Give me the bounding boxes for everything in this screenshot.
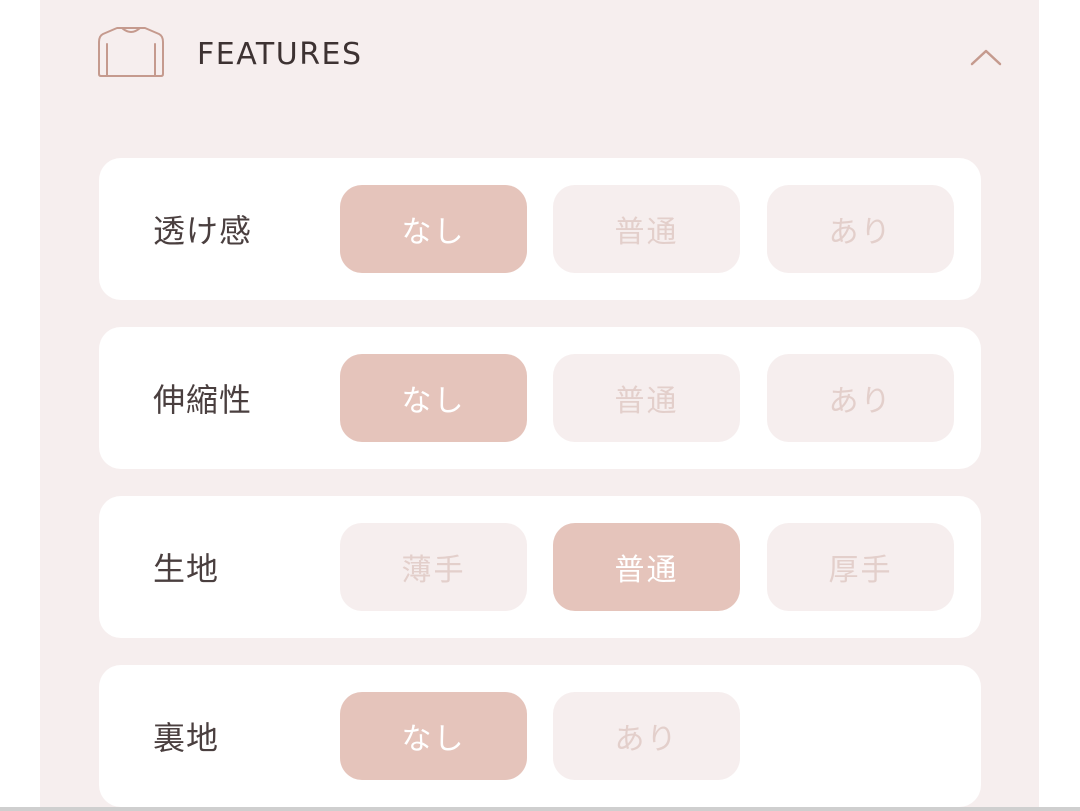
feature-row: 裏地 なし あり [99,665,981,807]
option-button[interactable]: あり [553,692,740,780]
feature-row-label: 透け感 [153,212,253,250]
option-button[interactable]: 薄手 [340,523,527,611]
option-button[interactable]: 普通 [553,185,740,273]
option-button[interactable]: 普通 [553,354,740,442]
option-button[interactable]: 厚手 [767,523,954,611]
features-panel: FEATURES 透け感 なし 普通 あり 伸縮性 なし 普通 あり 生地 薄手 普通 厚手 裏地 なしあ… [40,0,1039,811]
feature-row: 伸縮性 なし 普通 あり [99,327,981,469]
feature-row-label: 裏地 [153,719,220,757]
feature-row-label: 生地 [153,550,220,588]
option-button[interactable]: あり [767,354,954,442]
feature-row: 透け感 なし 普通 あり [99,158,981,300]
feature-row: 生地 薄手 普通 厚手 [99,496,981,638]
option-button-selected[interactable]: 普通 [553,523,740,611]
feature-row-label: 伸縮性 [153,381,253,419]
option-button-selected[interactable]: なし [340,185,527,273]
option-button[interactable]: あり [767,185,954,273]
feature-rows: 透け感 なし 普通 あり 伸縮性 なし 普通 あり 生地 薄手 普通 厚手 裏地 なし あり [40,0,1039,811]
option-button-selected[interactable]: なし [340,692,527,780]
bottom-divider [0,807,1080,811]
option-button-selected[interactable]: なし [340,354,527,442]
